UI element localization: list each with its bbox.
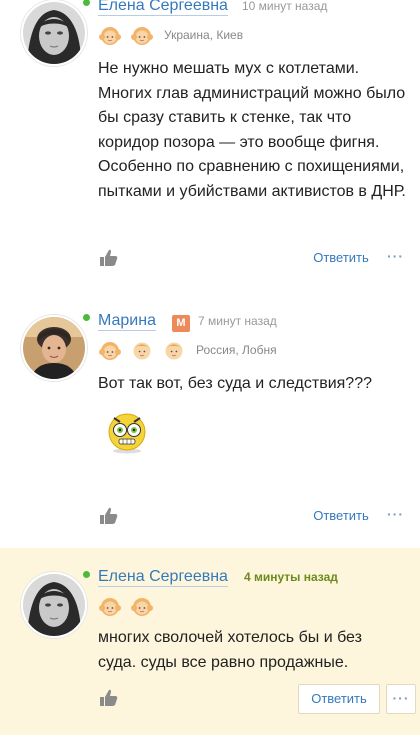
username-link[interactable]: Марина (98, 312, 156, 331)
user-meta (98, 593, 162, 619)
avatar-image[interactable] (21, 315, 87, 381)
girl-emoji-icon (98, 594, 122, 618)
timestamp: 4 минуты назад (243, 570, 338, 584)
comment-3: Елена Сергеевна 4 минуты назад многих св… (0, 548, 420, 735)
more-options-button[interactable]: ··· (386, 684, 416, 714)
comment-header: Елена Сергеевна 10 минут назад (98, 0, 327, 19)
avatar[interactable] (21, 314, 90, 381)
more-options-button[interactable]: ··· (387, 506, 404, 522)
girl-emoji-icon (130, 594, 154, 618)
comment-text: Не нужно мешать мух с котлетами. Многих … (98, 60, 406, 200)
reply-button[interactable]: Ответить (298, 684, 380, 714)
dizzy-smiley-icon (104, 408, 150, 454)
more-options-button[interactable]: ··· (387, 248, 404, 264)
thumbs-up-icon[interactable] (98, 505, 120, 527)
online-indicator (83, 314, 90, 321)
comment-header: Марина М 7 минут назад (98, 312, 277, 334)
girl-emoji-icon (130, 23, 154, 47)
comment-1: Елена Сергеевна 10 минут назад Украина, … (0, 0, 420, 290)
boy-emoji-icon (162, 338, 186, 362)
reply-button[interactable]: Ответить (306, 244, 376, 272)
girl-emoji-icon (98, 338, 122, 362)
comment-text: Вот так вот, без суда и следствия??? (98, 375, 372, 392)
username-link[interactable]: Елена Сергеевна (98, 0, 228, 16)
timestamp: 7 минут назад (197, 314, 277, 328)
avatar-image[interactable] (21, 572, 87, 638)
thumbs-up-icon[interactable] (98, 687, 120, 709)
moderator-badge: М (171, 314, 190, 332)
thumbs-up-icon[interactable] (98, 247, 120, 269)
user-meta: Украина, Киев (98, 22, 243, 48)
avatar-image[interactable] (21, 0, 87, 66)
girl-emoji-icon (98, 23, 122, 47)
comment-text: многих сволочей хотелось бы и без суда. … (98, 629, 362, 671)
location: Украина, Киев (164, 28, 244, 42)
reply-button[interactable]: Ответить (306, 502, 376, 530)
location: Россия, Лобня (196, 343, 277, 357)
user-meta: Россия, Лобня (98, 337, 277, 363)
avatar[interactable] (21, 0, 90, 66)
comment-2: Марина М 7 минут назад Россия, Лобня Вот… (0, 290, 420, 548)
timestamp: 10 минут назад (241, 0, 328, 13)
username-link[interactable]: Елена Сергеевна (98, 568, 228, 587)
comment-header: Елена Сергеевна 4 минуты назад (98, 568, 338, 590)
boy-emoji-icon (130, 338, 154, 362)
online-indicator (83, 571, 90, 578)
online-indicator (83, 0, 90, 6)
avatar[interactable] (21, 571, 90, 638)
